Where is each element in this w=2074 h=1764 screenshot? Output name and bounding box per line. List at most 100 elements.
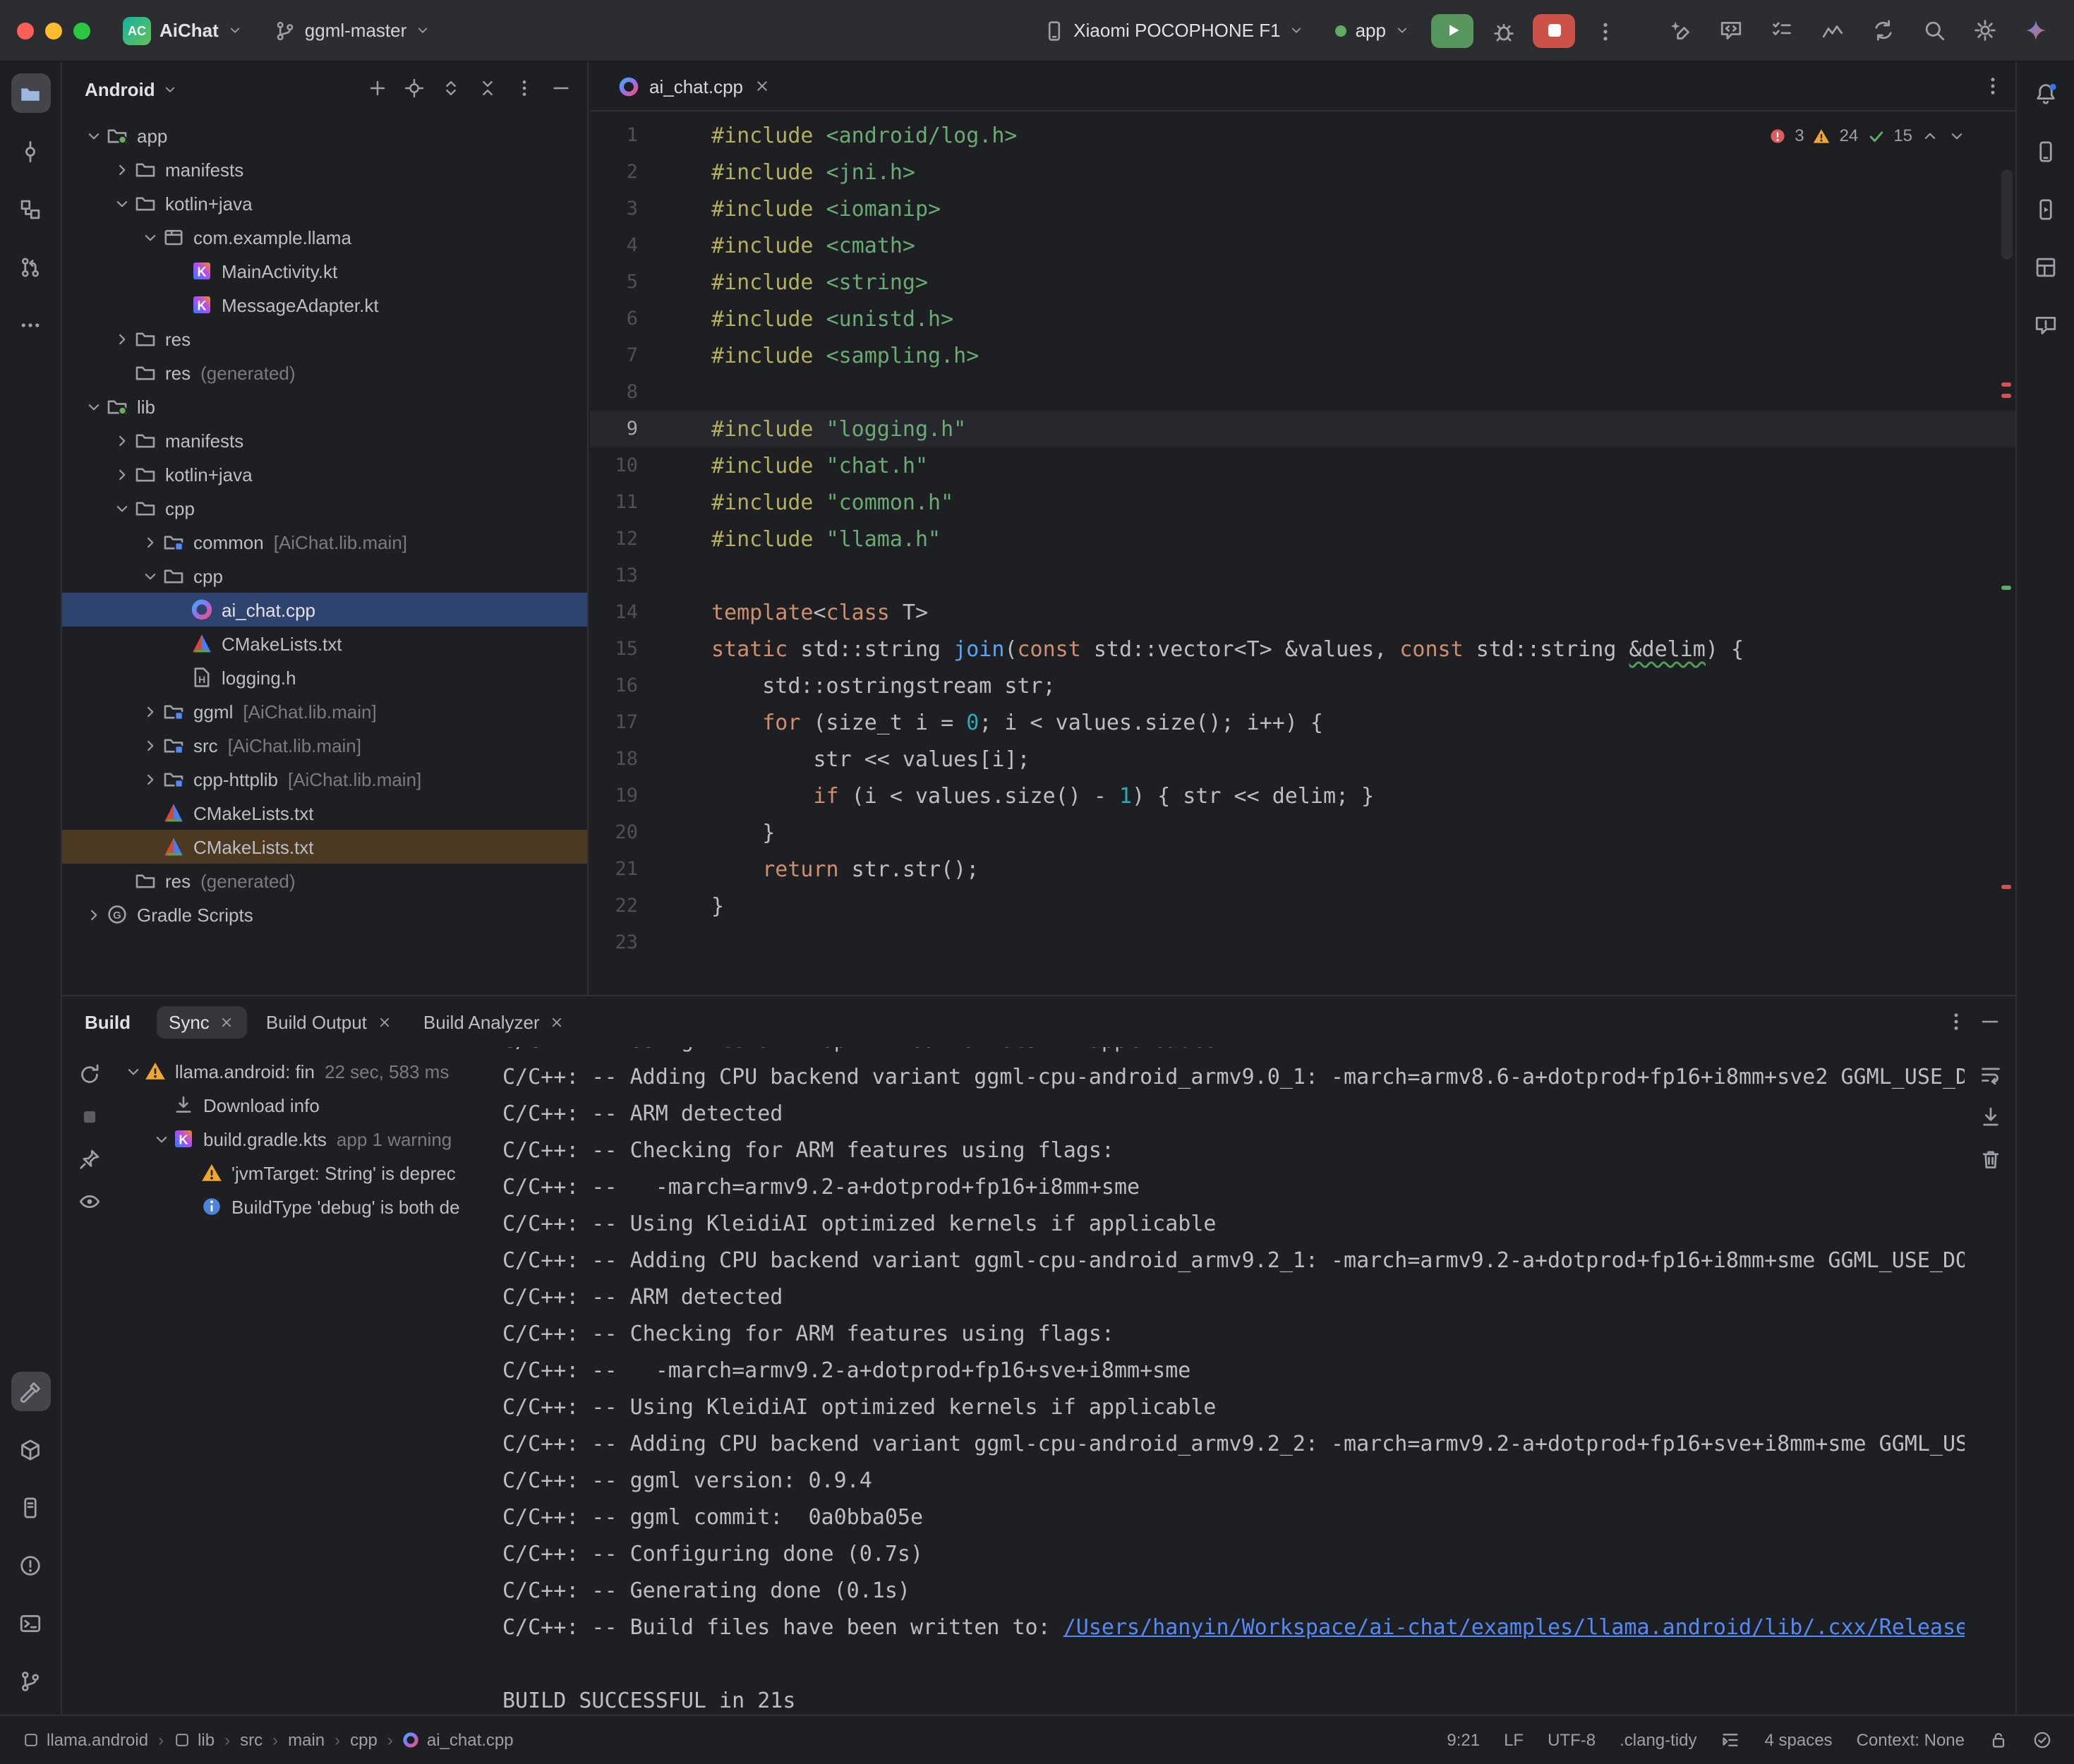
code-line-16[interactable]: 16 std::ostringstream str; (590, 667, 2015, 704)
problems-button[interactable] (11, 1545, 50, 1585)
prev-problem-button[interactable] (1921, 126, 1939, 145)
settings-button[interactable] (1965, 11, 2004, 50)
project-view-selector[interactable]: Android (85, 78, 178, 99)
lock-icon[interactable] (1989, 1730, 2008, 1750)
line-number[interactable]: 9 (590, 411, 655, 447)
code-line-19[interactable]: 19 if (i < values.size() - 1) { str << d… (590, 778, 2015, 814)
line-number[interactable]: 20 (590, 814, 655, 851)
editor-options-icon[interactable] (1982, 75, 2004, 97)
tree-item[interactable]: com.example.llama (62, 220, 587, 254)
project-widget[interactable]: AC AiChat (113, 11, 253, 50)
app-insights-button[interactable] (2026, 305, 2066, 344)
line-number[interactable]: 1 (590, 117, 655, 154)
code-line-17[interactable]: 17 for (size_t i = 0; i < values.size();… (590, 704, 2015, 741)
error-stripe[interactable] (1997, 161, 2015, 995)
close-icon[interactable] (753, 78, 770, 95)
build-button[interactable] (11, 1372, 50, 1411)
code-line-2[interactable]: 2#include <jni.h> (590, 154, 2015, 191)
line-number[interactable]: 21 (590, 851, 655, 888)
code-line-7[interactable]: 7#include <sampling.h> (590, 337, 2015, 374)
tree-item[interactable]: kotlin+java (62, 457, 587, 491)
build-tree-item[interactable]: BuildType 'debug' is both de (116, 1190, 486, 1224)
editor-scrollbar[interactable] (2001, 169, 2013, 260)
tree-item[interactable]: lib (62, 389, 587, 423)
trash-button[interactable] (1972, 1140, 2008, 1177)
line-number[interactable]: 5 (590, 264, 655, 301)
chevron-down-icon[interactable] (150, 1128, 172, 1150)
breadcrumb-item[interactable]: cpp (350, 1730, 378, 1750)
line-number[interactable]: 7 (590, 337, 655, 374)
build-tree-item[interactable]: Download info (116, 1088, 486, 1122)
build-tab-sync[interactable]: Sync (156, 1005, 248, 1038)
code-line-6[interactable]: 6#include <unistd.h> (590, 301, 2015, 337)
commit-button[interactable] (11, 131, 50, 171)
breadcrumb-item[interactable]: llama.android (23, 1730, 148, 1750)
line-number[interactable]: 10 (590, 447, 655, 484)
indent-widget[interactable]: 4 spaces (1765, 1730, 1833, 1750)
chevron-right-icon[interactable] (110, 158, 134, 181)
chevron-right-icon[interactable] (138, 768, 162, 790)
build-tree-item[interactable]: Kbuild.gradle.ktsapp 1 warning (116, 1122, 486, 1156)
code-line-11[interactable]: 11#include "common.h" (590, 484, 2015, 521)
code-line-9[interactable]: 9#include "logging.h" (590, 411, 2015, 447)
pin-button[interactable] (71, 1140, 107, 1177)
code-review-button[interactable] (1711, 11, 1750, 50)
ok-mark[interactable] (2001, 586, 2011, 590)
code-line-4[interactable]: 4#include <cmath> (590, 227, 2015, 264)
sync-gradle-button[interactable] (1863, 11, 1903, 50)
tree-item[interactable]: kotlin+java (62, 186, 587, 220)
profiler-button[interactable] (1812, 11, 1852, 50)
line-separator-widget[interactable]: LF (1504, 1730, 1524, 1750)
structure-button[interactable] (11, 189, 50, 229)
tree-item[interactable]: CMakeLists.txt (62, 627, 587, 660)
chevron-down-icon[interactable] (82, 124, 106, 147)
line-number[interactable]: 11 (590, 484, 655, 521)
error-mark[interactable] (2001, 885, 2011, 889)
tree-item[interactable]: ai_chat.cpp (62, 593, 587, 627)
line-number[interactable]: 3 (590, 191, 655, 227)
device-manager-button[interactable] (2026, 131, 2066, 171)
build-window-title[interactable]: Build (85, 1011, 131, 1032)
gemini-button[interactable] (2015, 11, 2055, 50)
error-mark[interactable] (2001, 382, 2011, 387)
code-line-18[interactable]: 18 str << values[i]; (590, 741, 2015, 778)
run-button[interactable] (1431, 13, 1473, 47)
version-control-button[interactable] (11, 1661, 50, 1700)
close-icon[interactable] (219, 1014, 235, 1029)
editor-tab[interactable]: ai_chat.cpp (604, 62, 784, 110)
project-folder-button[interactable] (11, 73, 50, 113)
device-explorer-button[interactable] (11, 1487, 50, 1527)
line-number[interactable]: 23 (590, 924, 655, 961)
line-number[interactable]: 19 (590, 778, 655, 814)
line-number[interactable]: 17 (590, 704, 655, 741)
chevron-right-icon[interactable] (82, 903, 106, 926)
chevron-down-icon[interactable] (110, 192, 134, 215)
tree-item[interactable]: manifests (62, 152, 587, 186)
notifications-button[interactable] (2026, 73, 2066, 113)
code-line-23[interactable]: 23 (590, 924, 2015, 961)
build-output-link[interactable]: /Users/hanyin/Workspace/ai-chat/examples… (1063, 1614, 1965, 1640)
zoom-window-button[interactable] (73, 22, 90, 39)
close-window-button[interactable] (17, 22, 34, 39)
tree-item[interactable]: res(generated) (62, 864, 587, 898)
line-number[interactable]: 15 (590, 631, 655, 667)
running-devices-button[interactable] (2026, 189, 2066, 229)
collapse-all-button[interactable] (471, 72, 505, 106)
tree-item[interactable]: Hlogging.h (62, 660, 587, 694)
tree-item[interactable]: CMakeLists.txt (62, 830, 587, 864)
breadcrumb-item[interactable]: main (288, 1730, 325, 1750)
kebab-button[interactable] (508, 72, 542, 106)
chevron-right-icon[interactable] (110, 327, 134, 350)
code-line-5[interactable]: 5#include <string> (590, 264, 2015, 301)
build-tab-build-output[interactable]: Build Output (253, 1005, 405, 1038)
search-button[interactable] (1914, 11, 1953, 50)
chevron-down-icon[interactable] (138, 226, 162, 248)
line-number[interactable]: 12 (590, 521, 655, 557)
more-run-actions-button[interactable] (1586, 12, 1623, 49)
line-number[interactable]: 14 (590, 594, 655, 631)
tree-item[interactable]: KMainActivity.kt (62, 254, 587, 288)
line-number[interactable]: 16 (590, 667, 655, 704)
device-selector[interactable]: Xiaomi POCOPHONE F1 (1032, 13, 1314, 47)
encoding-widget[interactable]: UTF-8 (1548, 1730, 1596, 1750)
run-config-selector[interactable]: app (1326, 14, 1420, 47)
